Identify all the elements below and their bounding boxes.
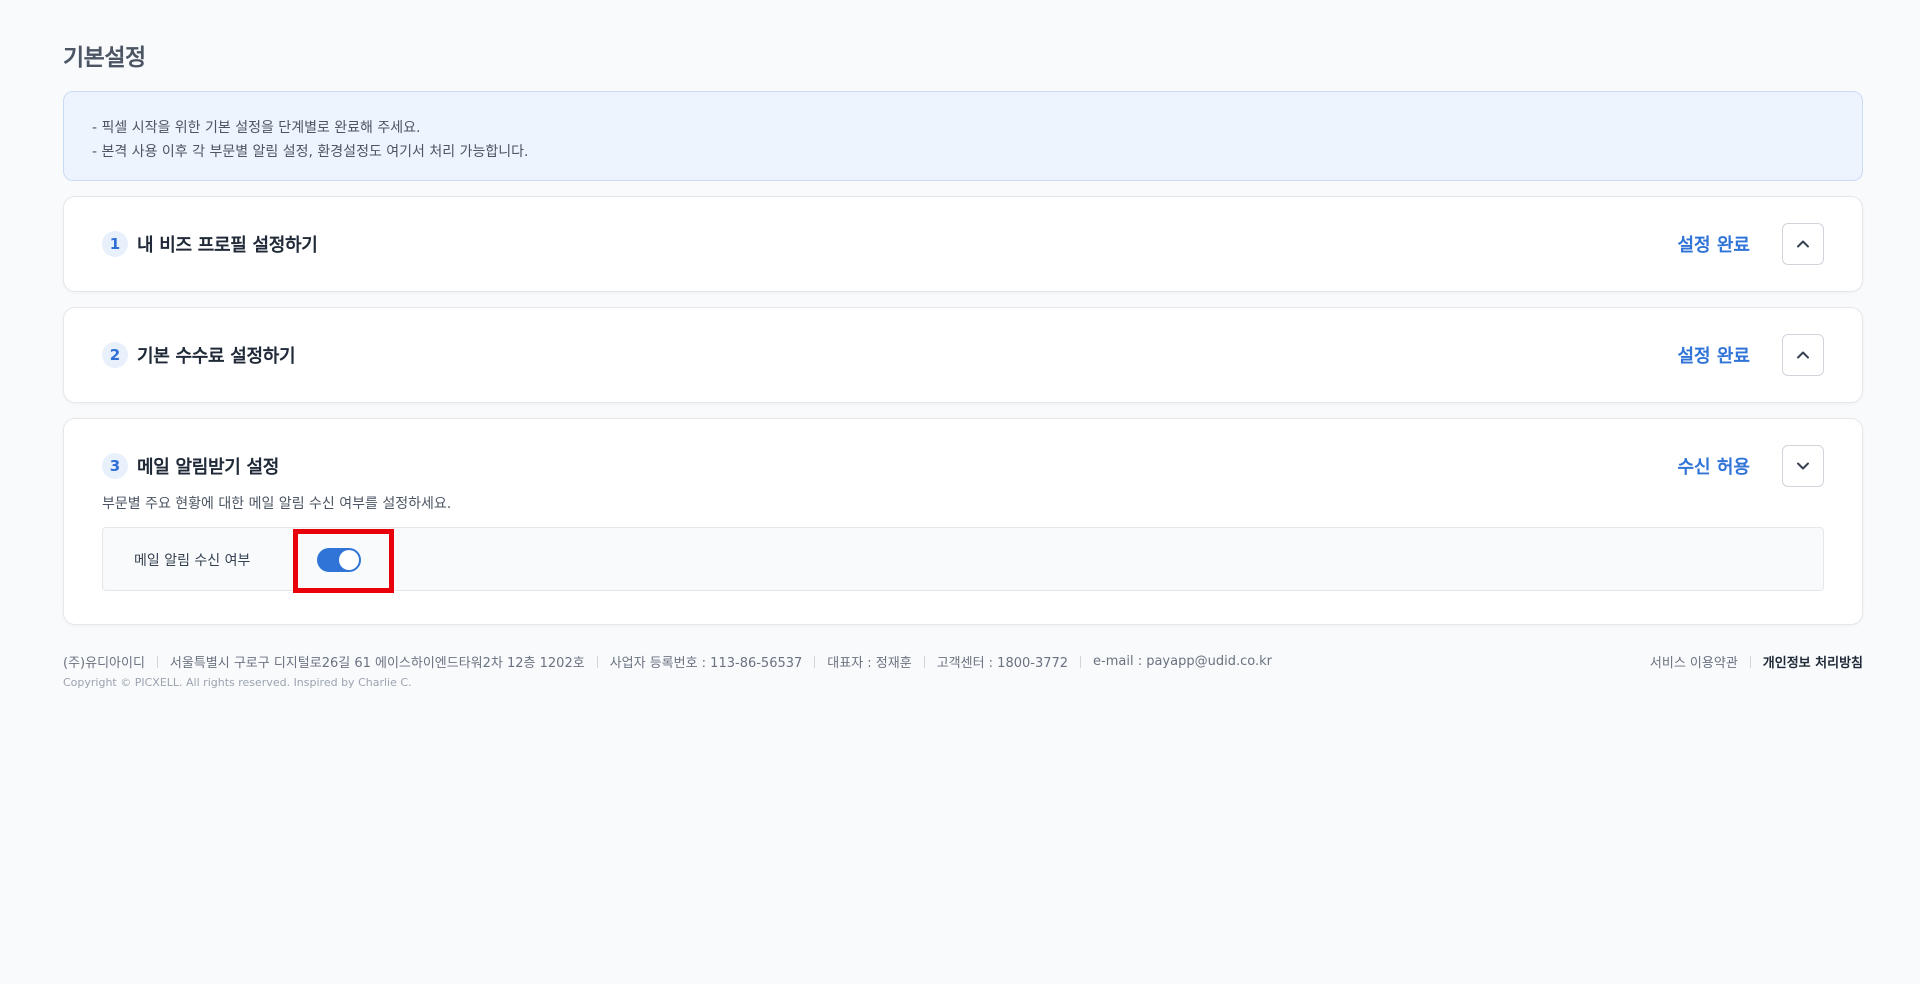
step-title: 메일 알림받기 설정 xyxy=(137,457,280,478)
step-title: 기본 수수료 설정하기 xyxy=(137,346,296,367)
footer-divider xyxy=(596,655,598,668)
notice-line: - 픽셀 시작을 위한 기본 설정을 단계별로 완료해 주세요. xyxy=(92,120,421,136)
footer-ceo: 대표자 : 정재훈 xyxy=(827,656,912,671)
footer-links: 서비스 이용약관 개인정보 처리방침 xyxy=(1650,652,1863,671)
step-number-badge: 1 xyxy=(102,231,128,257)
step-number-badge: 3 xyxy=(102,453,128,479)
footer-divider xyxy=(814,655,816,668)
expand-button[interactable] xyxy=(1782,445,1824,487)
footer-divider xyxy=(1749,655,1751,668)
step-title: 내 비즈 프로필 설정하기 xyxy=(137,235,318,256)
footer-company: (주)유디아이디 xyxy=(63,656,145,671)
page: 기본설정 - 픽셀 시작을 위한 기본 설정을 단계별로 완료해 주세요. - … xyxy=(0,0,1920,984)
mail-alert-setting-row: 메일 알림 수신 여부 xyxy=(102,527,1824,593)
step-description: 부문별 주요 현황에 대한 메일 알림 수신 여부를 설정하세요. xyxy=(102,496,452,512)
switch-knob xyxy=(339,550,359,570)
step-status-link[interactable]: 설정 완료 xyxy=(1677,231,1750,257)
footer-customer-center: 고객센터 : 1800-3772 xyxy=(936,656,1069,671)
footer: (주)유디아이디 서울특별시 구로구 디지털로26길 61 에이스하이엔드타워2… xyxy=(63,652,1863,696)
notice-box: - 픽셀 시작을 위한 기본 설정을 단계별로 완료해 주세요. - 본격 사용… xyxy=(63,91,1863,181)
footer-divider xyxy=(156,655,158,668)
footer-copyright: Copyright © PICXELL. All rights reserved… xyxy=(63,676,412,689)
step-header: 1 내 비즈 프로필 설정하기 xyxy=(102,231,318,257)
step-header: 2 기본 수수료 설정하기 xyxy=(102,342,296,368)
footer-address: 서울특별시 구로구 디지털로26길 61 에이스하이엔드타워2차 12층 120… xyxy=(169,656,585,671)
step-header: 3 메일 알림받기 설정 xyxy=(102,453,279,479)
collapse-button[interactable] xyxy=(1782,223,1824,265)
mail-alert-label: 메일 알림 수신 여부 xyxy=(134,553,251,569)
chevron-down-icon xyxy=(1797,462,1809,470)
step-card-biz-profile: 1 내 비즈 프로필 설정하기 설정 완료 xyxy=(63,196,1863,292)
footer-email: e-mail : payapp@udid.co.kr xyxy=(1093,654,1272,669)
terms-link[interactable]: 서비스 이용약관 xyxy=(1650,652,1738,671)
step-status-link[interactable]: 수신 허용 xyxy=(1677,453,1750,479)
mail-alert-switch[interactable] xyxy=(317,548,361,572)
step-number-badge: 2 xyxy=(102,342,128,368)
step-card-commission: 2 기본 수수료 설정하기 설정 완료 xyxy=(63,307,1863,403)
step-status-link[interactable]: 설정 완료 xyxy=(1677,342,1750,368)
privacy-policy-link[interactable]: 개인정보 처리방침 xyxy=(1763,652,1863,671)
footer-divider xyxy=(923,655,925,668)
footer-divider xyxy=(1080,655,1082,668)
footer-company-info: (주)유디아이디 서울특별시 구로구 디지털로26길 61 에이스하이엔드타워2… xyxy=(63,652,1272,671)
footer-business-number: 사업자 등록번호 : 113-86-56537 xyxy=(609,656,803,671)
page-title: 기본설정 xyxy=(63,45,146,71)
chevron-up-icon xyxy=(1797,351,1809,359)
step-card-mail-alert: 3 메일 알림받기 설정 수신 허용 부문별 주요 현황에 대한 메일 알림 수… xyxy=(63,418,1863,625)
notice-line: - 본격 사용 이후 각 부문별 알림 설정, 환경설정도 여기서 처리 가능합… xyxy=(92,144,529,160)
collapse-button[interactable] xyxy=(1782,334,1824,376)
chevron-up-icon xyxy=(1797,240,1809,248)
